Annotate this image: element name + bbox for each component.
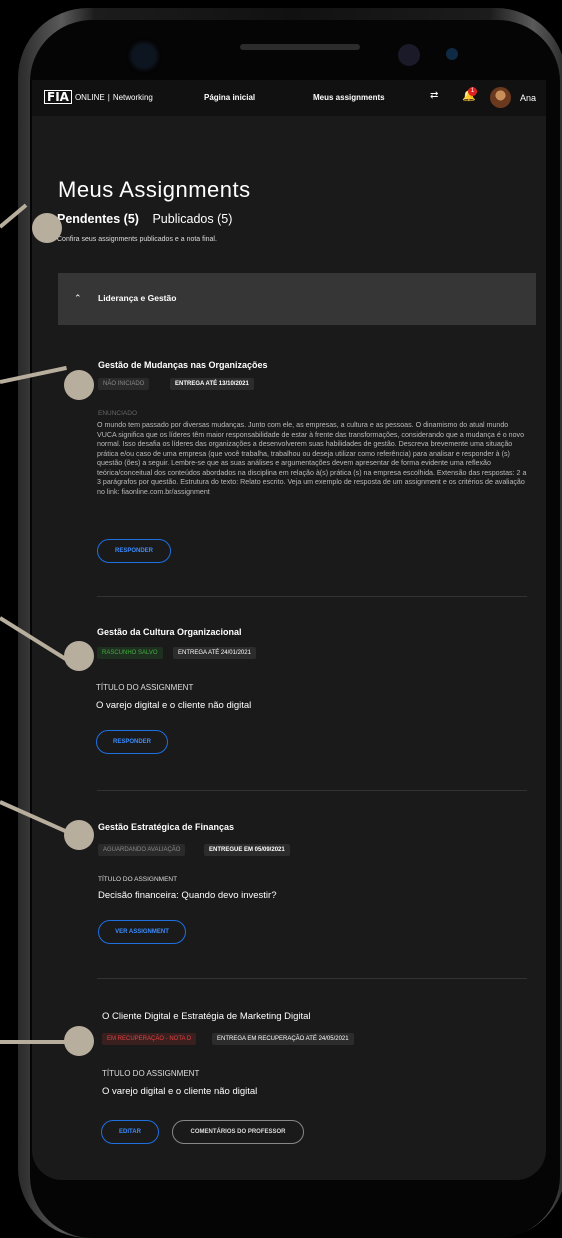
statement-label: ENUNCIADO: [98, 410, 138, 417]
user-name[interactable]: Ana: [520, 93, 536, 103]
avatar[interactable]: [490, 87, 511, 108]
app-screen: FIA ONLINE | Networking Página inicial M…: [32, 80, 546, 1180]
callout-dot: [64, 641, 94, 671]
status-badge: NÃO INICIADO: [98, 378, 150, 390]
field-label: TÍTULO DO ASSIGNMENT: [96, 683, 194, 692]
field-value: O varejo digital e o cliente não digital: [102, 1086, 258, 1097]
tab-pending[interactable]: Pendentes (5): [57, 212, 139, 226]
section-header[interactable]: ⌃ Liderança e Gestão: [58, 273, 536, 325]
divider: [97, 978, 527, 979]
chevron-up-icon[interactable]: ⌃: [74, 293, 82, 304]
divider: [97, 790, 527, 791]
status-badge: AGUARDANDO AVALIAÇÃO: [98, 844, 186, 856]
page-subtitle: Confira seus assignments publicados e a …: [57, 236, 217, 243]
callout-dot: [64, 1026, 94, 1056]
sensor: [398, 44, 420, 66]
tab-published[interactable]: Publicados (5): [152, 212, 232, 226]
edit-button[interactable]: EDITAR: [101, 1120, 159, 1144]
logo-text: ONLINE: [74, 92, 105, 102]
statement-text: O mundo tem passado por diversas mudança…: [97, 421, 527, 496]
field-label: TÍTULO DO ASSIGNMENT: [102, 1069, 200, 1078]
respond-button[interactable]: RESPONDER: [96, 730, 168, 754]
notification-badge: 1: [468, 87, 477, 96]
teacher-comments-button[interactable]: COMENTÁRIOS DO PROFESSOR: [172, 1120, 304, 1144]
networking-link[interactable]: Networking: [113, 93, 153, 102]
card-title: Gestão Estratégica de Finanças: [98, 822, 235, 832]
status-badge: EM RECUPERAÇÃO - NOTA D: [102, 1033, 197, 1045]
card-title: Gestão de Mudanças nas Organizações: [98, 360, 268, 370]
deadline-badge: ENTREGUE EM 05/09/2021: [204, 844, 290, 856]
view-assignment-button[interactable]: VER ASSIGNMENT: [98, 920, 186, 944]
tabs: Pendentes (5) Publicados (5): [57, 212, 232, 226]
deadline-badge: ENTREGA ATÉ 24/01/2021: [173, 647, 256, 659]
field-value: Decisão financeira: Quando devo investir…: [98, 890, 277, 901]
status-badge: RASCUNHO SALVO: [97, 647, 163, 659]
logo-separator: |: [107, 92, 110, 102]
callout-dot: [32, 213, 62, 243]
callout-dot: [64, 820, 94, 850]
front-camera: [132, 44, 156, 68]
page-title: Meus Assignments: [58, 177, 251, 202]
card-title: Gestão da Cultura Organizacional: [97, 627, 242, 637]
respond-button[interactable]: RESPONDER: [97, 539, 171, 563]
deadline-badge: ENTREGA ATÉ 13/10/2021: [170, 378, 254, 390]
swap-icon[interactable]: ⇄: [430, 90, 438, 101]
field-value: O varejo digital e o cliente não digital: [96, 700, 252, 711]
nav-my-assignments[interactable]: Meus assignments: [313, 93, 385, 102]
deadline-badge: ENTREGA EM RECUPERAÇÃO ATÉ 24/05/2021: [212, 1033, 354, 1045]
logo[interactable]: FIA ONLINE | Networking: [44, 90, 153, 104]
sensor-light: [446, 48, 458, 60]
callout-line: [0, 1040, 70, 1044]
logo-mark: FIA: [44, 90, 72, 104]
top-navbar: FIA ONLINE | Networking Página inicial M…: [32, 80, 546, 116]
callout-dot: [64, 370, 94, 400]
speaker-grille: [240, 44, 360, 50]
field-label: TÍTULO DO ASSIGNMENT: [98, 876, 178, 883]
nav-home[interactable]: Página inicial: [204, 93, 255, 102]
card-title: O Cliente Digital e Estratégia de Market…: [102, 1011, 311, 1022]
section-label: Liderança e Gestão: [98, 293, 177, 303]
divider: [97, 596, 527, 597]
